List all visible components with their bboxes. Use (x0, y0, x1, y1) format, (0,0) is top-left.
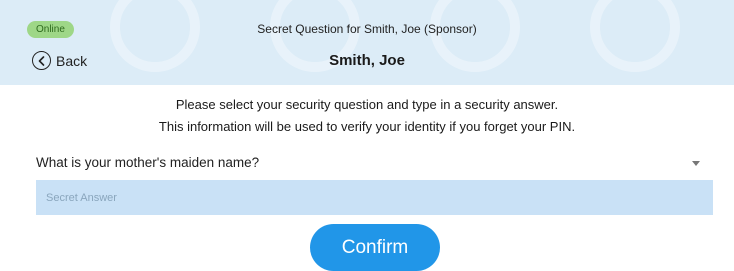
user-name: Smith, Joe (329, 52, 405, 69)
instructions-line-1: Please select your security question and… (175, 97, 559, 112)
secret-answer-input[interactable] (36, 180, 713, 215)
security-question-value: What is your mother's maiden name? (36, 155, 260, 170)
confirm-button[interactable]: Confirm (310, 224, 440, 271)
security-question-select[interactable]: What is your mother's maiden name? (36, 151, 712, 175)
instructions: Please select your security question and… (0, 94, 734, 138)
chevron-down-icon (692, 161, 700, 166)
header-bar: Online Secret Question for Smith, Joe (S… (0, 0, 734, 85)
instructions-line-2: This information will be used to verify … (158, 119, 576, 134)
page-title: Secret Question for Smith, Joe (Sponsor) (257, 22, 477, 36)
